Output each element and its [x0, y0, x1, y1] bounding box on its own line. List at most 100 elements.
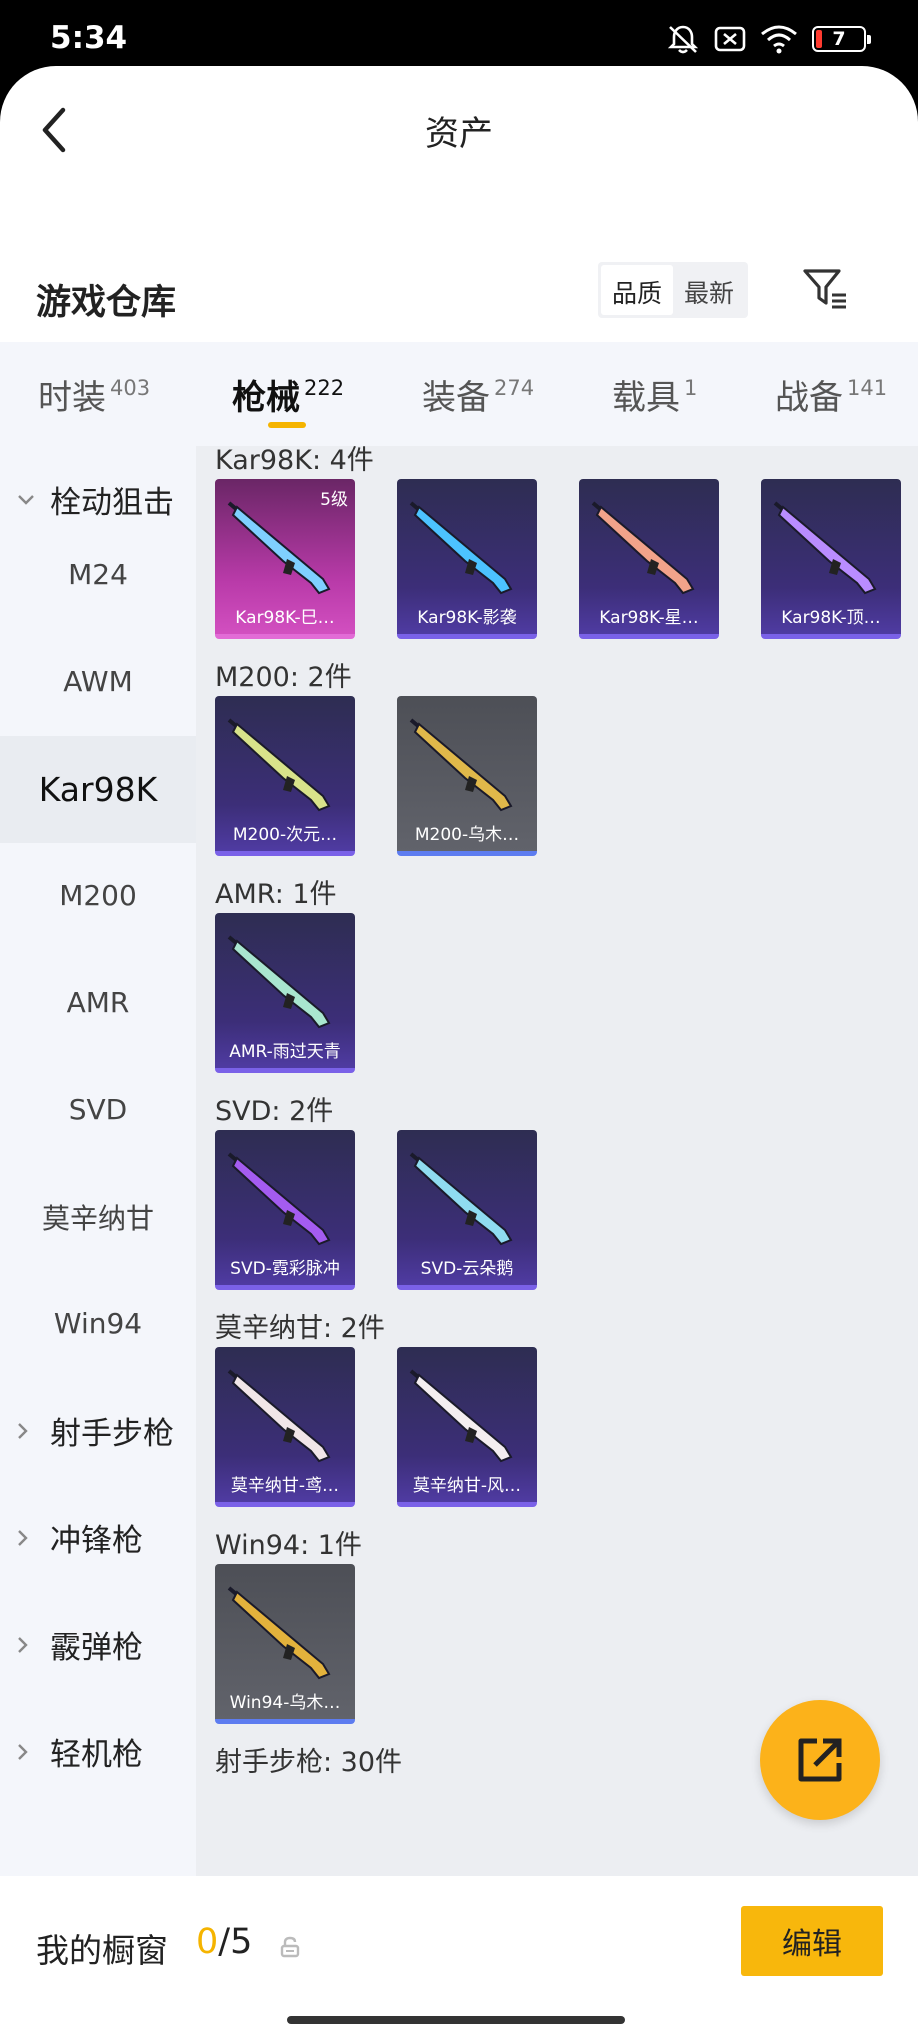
section-title: SVD: 2件: [215, 1096, 334, 1127]
weapon-card[interactable]: 5级 Kar98K-巳…: [215, 479, 355, 639]
rifle-image: [409, 1369, 513, 1463]
tab-supplies[interactable]: 战备 141: [775, 342, 887, 446]
section-title: 射手步枪: 30件: [215, 1747, 403, 1778]
filter-button[interactable]: [798, 262, 852, 316]
sidebar-item-label: 栓动狙击: [50, 485, 174, 521]
sidebar-item-awm[interactable]: AWM: [0, 628, 196, 735]
weapon-name: SVD-云朵鹅: [420, 1259, 514, 1279]
sidebar-group-shotgun[interactable]: 霰弹枪: [0, 1591, 196, 1698]
section-title: AMR: 1件: [215, 879, 337, 910]
tab-count: 222: [304, 376, 345, 400]
sidebar-item-amr[interactable]: AMR: [0, 949, 196, 1056]
rifle-image: [409, 501, 513, 595]
tab-count: 403: [110, 376, 151, 400]
tab-costumes[interactable]: 时装 403: [38, 342, 150, 446]
weapon-card[interactable]: 莫辛纳甘-风…: [397, 1347, 537, 1507]
tab-label: 载具: [612, 377, 680, 418]
tab-label: 时装: [38, 377, 106, 418]
showcase-current: 0: [196, 1922, 219, 1962]
no-sim-icon: [714, 26, 746, 52]
tab-equipment[interactable]: 装备 274: [422, 342, 534, 446]
section-title: 莫辛纳甘: 2件: [215, 1313, 385, 1344]
rifle-image: [409, 718, 513, 812]
tab-firearms[interactable]: 枪械 222: [232, 342, 344, 446]
weapon-card[interactable]: SVD-云朵鹅: [397, 1130, 537, 1290]
sidebar-item-m200[interactable]: M200: [0, 842, 196, 949]
tab-count: 1: [684, 376, 698, 400]
weapon-name: SVD-霓彩脉冲: [230, 1259, 340, 1279]
section-title: Win94: 1件: [215, 1530, 362, 1561]
sidebar-group-smg[interactable]: 冲锋枪: [0, 1484, 196, 1591]
chevron-right-icon: [16, 1528, 44, 1548]
wifi-icon: [761, 25, 797, 54]
weapon-card[interactable]: Kar98K-顶…: [761, 479, 901, 639]
home-indicator: [287, 2016, 625, 2024]
sidebar-item-m24[interactable]: M24: [0, 521, 196, 628]
showcase-total: /5: [218, 1922, 253, 1962]
weapon-card[interactable]: AMR-雨过天青: [215, 913, 355, 1073]
showcase-count: 0/5: [196, 1922, 252, 1962]
lock-icon: [280, 1936, 300, 1962]
sidebar-item-kar98k[interactable]: Kar98K: [0, 736, 196, 843]
weapon-sidebar: 栓动狙击 M24 AWM Kar98K M200 AMR SVD 莫辛纳甘 Wi…: [0, 446, 196, 1876]
weapon-card[interactable]: 莫辛纳甘-鸢…: [215, 1347, 355, 1507]
status-bar: 5:34 7: [0, 0, 918, 66]
weapon-name: 莫辛纳甘-风…: [412, 1476, 522, 1496]
battery-icon: 7: [812, 26, 871, 52]
weapon-card[interactable]: Win94-乌木…: [215, 1564, 355, 1724]
sidebar-item-mosin[interactable]: 莫辛纳甘: [0, 1163, 196, 1270]
chevron-right-icon: [16, 1742, 44, 1762]
sort-toggle: 品质 最新: [598, 262, 749, 318]
chevron-right-icon: [16, 1421, 44, 1441]
sidebar-item-label: 冲锋枪: [50, 1523, 143, 1559]
tab-label: 装备: [422, 377, 490, 418]
weapon-card[interactable]: Kar98K-影袭: [397, 479, 537, 639]
sidebar-group-lmg[interactable]: 轻机枪: [0, 1698, 196, 1805]
tab-label: 战备: [775, 377, 843, 418]
status-time: 5:34: [50, 20, 128, 56]
weapon-card[interactable]: M200-乌木…: [397, 696, 537, 856]
category-tabs: 时装 403 枪械 222 装备 274 载具 1 战备 141: [0, 342, 918, 446]
share-button[interactable]: [760, 1700, 880, 1820]
header: 资产: [0, 66, 918, 196]
share-icon: [798, 1738, 842, 1782]
warehouse-header: 游戏仓库: [0, 254, 918, 354]
weapon-card[interactable]: SVD-霓彩脉冲: [215, 1130, 355, 1290]
weapon-name: 莫辛纳甘-鸢…: [230, 1476, 340, 1496]
app-screen: 资产 游戏仓库 品质 最新 时装 403 枪械 222 装备 274 载具 1: [0, 66, 918, 2040]
warehouse-title: 游戏仓库: [36, 283, 177, 323]
weapon-name: Win94-乌木…: [229, 1693, 341, 1713]
showcase-bar: 我的橱窗 0/5 编辑: [0, 1876, 918, 2040]
status-icons: 7: [666, 24, 871, 54]
page-title: 资产: [425, 114, 493, 154]
battery-level: 7: [832, 28, 846, 50]
level-badge: 5级: [320, 490, 348, 510]
sidebar-item-label: 轻机枪: [50, 1737, 143, 1773]
sort-newest-button[interactable]: 最新: [673, 265, 745, 315]
tab-vehicles[interactable]: 载具 1: [612, 342, 697, 446]
chevron-right-icon: [16, 1635, 44, 1655]
section-title: Kar98K: 4件: [215, 446, 374, 476]
filter-icon: [803, 269, 846, 309]
rifle-image: [227, 1152, 331, 1246]
rifle-image: [409, 1152, 513, 1246]
weapon-name: Kar98K-巳…: [235, 608, 335, 628]
weapon-card[interactable]: Kar98K-星…: [579, 479, 719, 639]
weapon-name: Kar98K-影袭: [417, 608, 517, 628]
sidebar-item-label: 射手步枪: [50, 1416, 174, 1452]
section-title: M200: 2件: [215, 662, 352, 693]
sort-quality-button[interactable]: 品质: [601, 265, 674, 315]
sidebar-item-svd[interactable]: SVD: [0, 1056, 196, 1163]
tab-label: 枪械: [232, 377, 300, 418]
rifle-image: [227, 1586, 331, 1680]
sidebar-group-dmr[interactable]: 射手步枪: [0, 1377, 196, 1484]
chevron-down-icon: [16, 493, 44, 507]
edit-button[interactable]: 编辑: [741, 1906, 883, 1976]
sidebar-item-win94[interactable]: Win94: [0, 1270, 196, 1377]
weapon-card[interactable]: M200-次元…: [215, 696, 355, 856]
showcase-label: 我的橱窗: [36, 1931, 168, 1970]
tab-count: 274: [494, 376, 535, 400]
rifle-image: [227, 935, 331, 1029]
weapon-name: Kar98K-星…: [599, 608, 699, 628]
weapon-name: Kar98K-顶…: [781, 608, 881, 628]
